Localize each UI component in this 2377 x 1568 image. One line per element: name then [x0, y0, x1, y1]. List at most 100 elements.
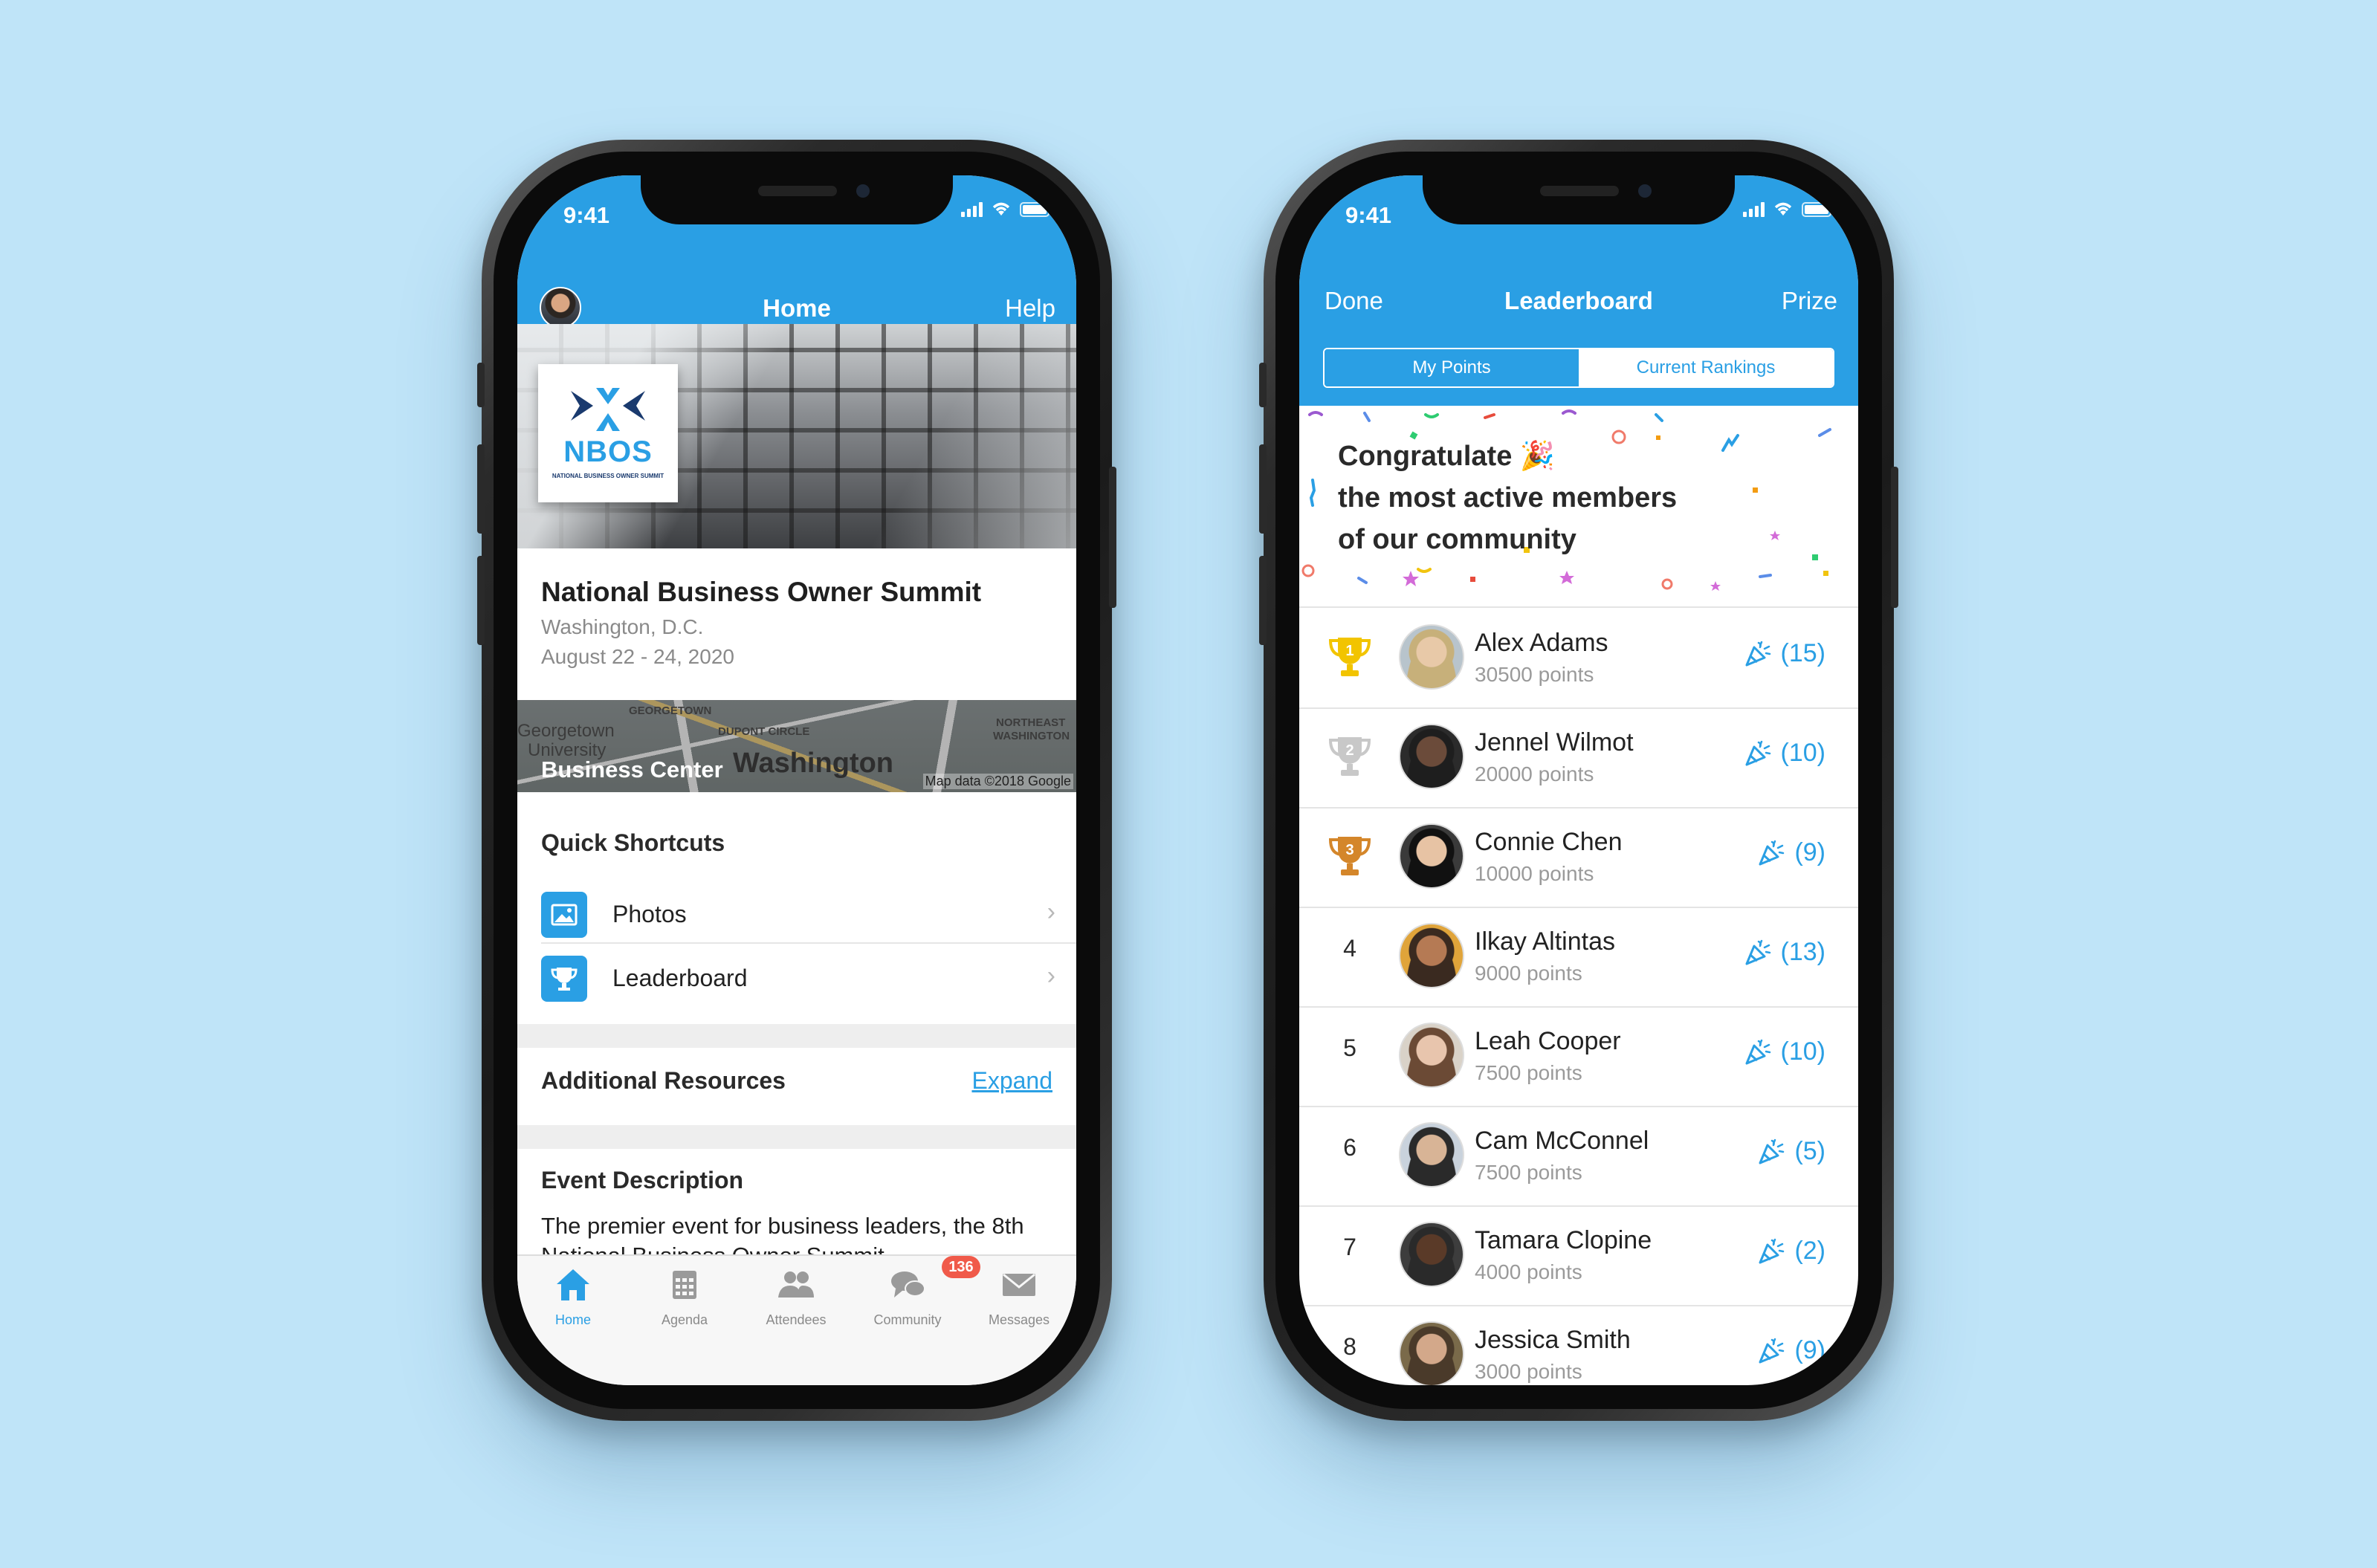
event-title: National Business Owner Summit	[541, 577, 982, 607]
leaderboard-row[interactable]: 8 Jessica Smith 3000 points (9)	[1299, 1303, 1858, 1385]
congratulate-button[interactable]: (5)	[1757, 1137, 1825, 1166]
member-points: 20000 points	[1475, 762, 1594, 785]
congratulate-button[interactable]: (9)	[1757, 838, 1825, 867]
score-count: (9)	[1794, 1336, 1825, 1364]
party-popper-icon	[1745, 641, 1770, 666]
chevron-right-icon: ›	[1047, 898, 1055, 926]
map-credit: Map data ©2018 Google	[922, 774, 1073, 789]
congratulate-button[interactable]: (10)	[1744, 1037, 1825, 1066]
logo-brand-text: NBOS	[563, 435, 653, 468]
shortcuts-heading: Quick Shortcuts	[541, 829, 725, 856]
member-points: 4000 points	[1475, 1260, 1582, 1283]
mute-switch	[477, 363, 485, 407]
score-count: (9)	[1794, 838, 1825, 866]
trophy-rank-text: 3	[1345, 842, 1354, 858]
leaderboard-row[interactable]: 7 Tamara Clopine 4000 points (2)	[1299, 1204, 1858, 1306]
tab-messages[interactable]: Messages	[963, 1266, 1075, 1328]
congratulate-button[interactable]: (13)	[1744, 938, 1825, 967]
map-label: Georgetown	[517, 721, 615, 741]
party-popper-icon	[1759, 1338, 1785, 1363]
avatar[interactable]	[1399, 1023, 1464, 1088]
segment-my-points[interactable]: My Points	[1325, 349, 1579, 386]
divider	[517, 1125, 1076, 1149]
congratulate-button[interactable]: (10)	[1744, 739, 1825, 768]
divider	[517, 1024, 1076, 1048]
tab-agenda[interactable]: Agenda	[629, 1266, 740, 1328]
map-label: WASHINGTON	[993, 730, 1070, 742]
avatar[interactable]	[1399, 624, 1464, 690]
phone-home: 9:41 Home Help NBOS NATIONAL BUSINESS OW…	[477, 140, 1116, 1421]
avatar[interactable]	[1399, 1222, 1464, 1287]
people-icon	[775, 1266, 817, 1302]
party-popper-icon	[1759, 1238, 1785, 1263]
envelope-icon	[998, 1266, 1040, 1302]
help-button[interactable]: Help	[1005, 294, 1055, 323]
congratulate-button[interactable]: (9)	[1757, 1336, 1825, 1365]
phone-leaderboard: 9:41 Done Leaderboard Prize My Points Cu…	[1259, 140, 1898, 1421]
tab-label: Home	[554, 1312, 591, 1327]
trophy-icon	[541, 956, 587, 1002]
congrats-message: Congratulate 🎉 the most active members o…	[1338, 435, 1677, 560]
segment-current-rankings[interactable]: Current Rankings	[1579, 349, 1833, 386]
congrats-line: of our community	[1338, 524, 1576, 555]
rank-number: 4	[1343, 935, 1356, 962]
shortcut-label: Photos	[612, 901, 687, 927]
photo-icon	[541, 892, 587, 938]
leaderboard-row[interactable]: 2 Jennel Wilmot 20000 points (10)	[1299, 706, 1858, 809]
member-points: 3000 points	[1475, 1360, 1582, 1383]
power-button	[1891, 467, 1898, 608]
tab-community[interactable]: 136 Community	[852, 1256, 980, 1328]
leaderboard-screen: 9:41 Done Leaderboard Prize My Points Cu…	[1299, 175, 1858, 1385]
tab-home[interactable]: Home	[517, 1266, 629, 1328]
shortcut-leaderboard[interactable]: Leaderboard ›	[541, 945, 1076, 1006]
shortcut-photos[interactable]: Photos ›	[541, 881, 1076, 944]
leaderboard-row[interactable]: 6 Cam McConnel 7500 points (5)	[1299, 1104, 1858, 1207]
avatar[interactable]	[1399, 724, 1464, 789]
prize-button[interactable]: Prize	[1782, 287, 1837, 315]
tab-bar: Home Agenda Attendees 136 Community Mess…	[517, 1254, 1076, 1385]
leaderboard-row[interactable]: 3 Connie Chen 10000 points (9)	[1299, 806, 1858, 908]
volume-up-button	[477, 444, 485, 534]
avatar[interactable]	[1399, 923, 1464, 988]
description-heading: Event Description	[541, 1167, 744, 1193]
member-name: Connie Chen	[1475, 828, 1623, 856]
congrats-banner: Congratulate 🎉 the most active members o…	[1299, 406, 1858, 608]
leaderboard-row[interactable]: 1 Alex Adams 30500 points (15)	[1299, 606, 1858, 709]
event-dates: August 22 - 24, 2020	[541, 645, 734, 668]
score-count: (13)	[1780, 938, 1825, 966]
congratulate-button[interactable]: (2)	[1757, 1237, 1825, 1266]
avatar[interactable]	[1399, 823, 1464, 889]
leaderboard-row[interactable]: 5 Leah Cooper 7500 points (10)	[1299, 1005, 1858, 1107]
notch	[641, 175, 953, 224]
avatar[interactable]	[1399, 1122, 1464, 1188]
avatar[interactable]	[1399, 1321, 1464, 1385]
signal-icon	[1743, 201, 1765, 217]
volume-down-button	[477, 556, 485, 645]
tab-label: Messages	[988, 1312, 1050, 1327]
wifi-icon	[1774, 202, 1792, 216]
event-logo: NBOS NATIONAL BUSINESS OWNER SUMMIT	[538, 364, 678, 502]
mute-switch	[1259, 363, 1267, 407]
home-screen: 9:41 Home Help NBOS NATIONAL BUSINESS OW…	[517, 175, 1076, 1385]
venue-map[interactable]: GEORGETOWN Georgetown University DUPONT …	[517, 700, 1076, 792]
member-name: Jennel Wilmot	[1475, 728, 1634, 757]
congrats-line: Congratulate 🎉	[1338, 441, 1556, 472]
map-label: GEORGETOWN	[629, 704, 712, 717]
tab-attendees[interactable]: Attendees	[740, 1266, 852, 1328]
rank-number: 5	[1343, 1034, 1356, 1061]
expand-link[interactable]: Expand	[971, 1067, 1052, 1095]
leaderboard-row[interactable]: 4 Ilkay Altintas 9000 points (13)	[1299, 905, 1858, 1008]
event-location: Washington, D.C.	[541, 615, 704, 638]
map-city-label: Washington	[733, 748, 893, 779]
shortcut-label: Leaderboard	[612, 965, 748, 991]
power-button	[1109, 467, 1116, 608]
status-icons	[961, 201, 1050, 217]
party-popper-icon	[1759, 1138, 1785, 1164]
member-name: Alex Adams	[1475, 629, 1608, 657]
congratulate-button[interactable]: (15)	[1744, 639, 1825, 668]
chevron-right-icon: ›	[1047, 962, 1055, 990]
score-count: (10)	[1780, 1037, 1825, 1066]
page-title: Home	[763, 294, 831, 322]
battery-icon	[1802, 202, 1831, 217]
trophy-bronze-icon: 3	[1325, 831, 1375, 881]
